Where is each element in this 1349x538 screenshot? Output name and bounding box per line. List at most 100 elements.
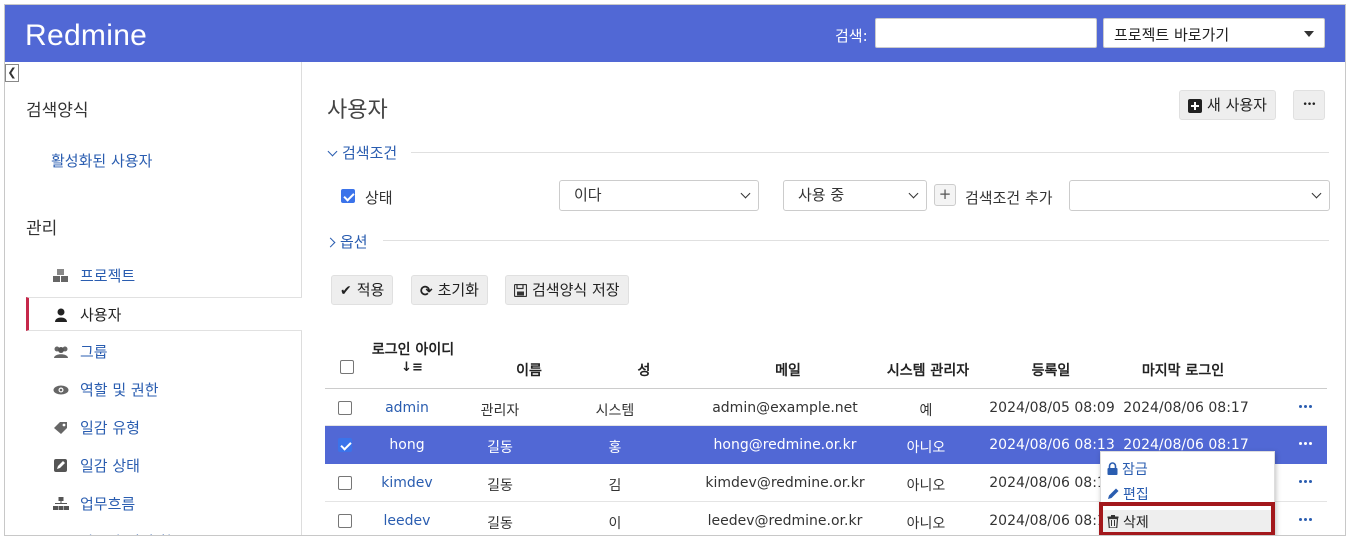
chevron-down-icon [1311,188,1322,199]
sidebar-query-active-users[interactable]: 활성화된 사용자 [51,150,152,171]
chevron-down-icon [908,188,919,199]
row-actions-icon[interactable] [1299,518,1313,522]
new-user-button[interactable]: 새 사용자 [1179,90,1276,120]
more-icon: ••• [1302,100,1317,110]
context-menu-label: 잠금 [1122,462,1148,478]
sidebar-item-label: 사용자 [80,306,122,324]
new-user-label: 새 사용자 [1207,96,1267,114]
user-login-link[interactable]: admin [367,400,447,416]
sidebar-item-projects[interactable]: 프로젝트 [26,259,302,293]
row-actions-icon[interactable] [1299,405,1313,409]
user-login-link[interactable]: kimdev [367,475,447,491]
sidebar-item-trackers[interactable]: 일감 유형 [26,411,302,445]
collapse-sidebar-icon[interactable]: ❮ [5,64,19,82]
app-title[interactable]: Redmine [25,19,147,53]
user-created: 2024/08/06 08:13 [989,437,1115,453]
sort-desc-icon[interactable]: ↓≡ [400,360,424,375]
row-checkbox[interactable] [338,438,352,452]
filters-title: 검색조건 [342,144,398,162]
sidebar: ❮ 검색양식 활성화된 사용자 관리 프로젝트 사용자 그룹 역할 및 권한 일… [5,62,302,535]
chevron-down-icon [327,146,338,157]
user-admin: 아니오 [906,440,946,456]
filters-divider [411,152,1329,153]
add-filter-label: 검색조건 추가 [965,189,1053,207]
workflow-icon [53,497,69,510]
filter-status-label: 상태 [365,189,393,207]
column-header-lastname[interactable]: 성 [608,360,680,380]
page-title: 사용자 [327,98,388,123]
user-firstname: 길동 [487,440,513,456]
row-checkbox[interactable] [338,476,352,490]
column-header-firstname[interactable]: 이름 [493,360,565,380]
user-login-link[interactable]: hong [367,437,447,453]
filter-operator-select[interactable]: 이다 [559,180,759,211]
add-filter-select[interactable] [1069,180,1330,211]
sidebar-item-issue-statuses[interactable]: 일감 상태 [26,449,302,483]
column-header-admin[interactable]: 시스템 관리자 [873,360,983,380]
refresh-icon: ⟳ [420,281,433,300]
group-icon [54,346,68,358]
user-last-login: 2024/08/06 08:17 [1123,400,1249,416]
more-actions-button[interactable]: ••• [1293,90,1325,120]
user-mail-link[interactable]: leedev@redmine.or.kr [695,513,875,529]
highlight-box [1099,502,1275,535]
user-mail-link[interactable]: hong@redmine.or.kr [695,437,875,453]
row-checkbox[interactable] [338,514,352,528]
user-created: 2024/08/05 08:09 [989,400,1115,416]
sidebar-item-workflows[interactable]: 업무흐름 [26,487,302,521]
user-mail-link[interactable]: admin@example.net [695,400,875,416]
column-header-mail[interactable]: 메일 [723,360,853,380]
sidebar-item-roles[interactable]: 역할 및 권한 [26,373,302,407]
row-actions-icon[interactable] [1299,480,1313,484]
filter-status-checkbox[interactable] [341,189,355,203]
options-toggle[interactable]: 옵션 [325,231,368,252]
search-input[interactable] [875,18,1097,48]
project-jump-select[interactable]: 프로젝트 바로가기 [1103,18,1325,48]
edit-square-icon [54,459,67,472]
options-divider [383,240,1329,241]
column-header-created[interactable]: 등록일 [991,360,1111,380]
column-header-last-login[interactable]: 마지막 로그인 [1123,360,1243,380]
chevron-down-icon [740,188,751,199]
user-lastname: 홍 [608,440,622,456]
user-admin: 아니오 [906,516,946,532]
user-firstname: 관리자 [480,403,520,419]
save-query-button[interactable]: 검색양식 저장 [505,275,629,305]
table-row[interactable]: admin 관리자 시스템 admin@example.net 예 2024/0… [325,388,1327,426]
sidebar-item-label: 역할 및 권한 [80,381,159,399]
user-mail-link[interactable]: kimdev@redmine.or.kr [695,475,875,491]
filter-operator-value: 이다 [574,186,602,204]
context-menu-edit[interactable]: 편집 [1107,484,1149,504]
select-all-checkbox[interactable] [340,360,354,374]
main-content: 사용자 새 사용자 ••• 검색조건 상태 이다 사용 중 + 검색조건 추가 … [303,62,1345,535]
app-window: Redmine 검색: 프로젝트 바로가기 ❮ 검색양식 활성화된 사용자 관리… [4,4,1346,536]
filters-toggle[interactable]: 검색조건 [327,142,397,163]
context-menu-lock[interactable]: 잠금 [1107,459,1148,479]
plus-square-icon [1188,98,1202,113]
user-login-link[interactable]: leedev [367,513,447,529]
reset-button[interactable]: ⟳ 초기화 [411,275,488,305]
reset-label: 초기화 [437,281,479,299]
pencil-icon [1108,488,1119,499]
chevron-right-icon [325,237,336,248]
sidebar-item-users[interactable]: 사용자 [26,297,302,331]
tag-icon [54,422,67,434]
user-lastname: 이 [608,516,622,532]
sidebar-item-label: 그룹 [80,343,108,361]
user-lastname: 김 [608,478,622,494]
sidebar-item-groups[interactable]: 그룹 [26,335,302,369]
column-header-login[interactable]: 로그인 아이디 [363,339,463,359]
sidebar-item-custom-fields[interactable]: 사용자 정의 항목 [26,525,302,535]
apply-label: 적용 [356,281,385,299]
filter-value-select[interactable]: 사용 중 [783,180,927,211]
user-icon [55,308,67,322]
save-query-label: 검색양식 저장 [532,281,620,299]
user-admin: 아니오 [906,478,946,494]
top-header: Redmine 검색: 프로젝트 바로가기 [5,5,1345,62]
add-filter-plus-button[interactable]: + [934,184,956,206]
user-firstname: 길동 [487,478,513,494]
user-admin: 예 [919,403,933,419]
apply-button[interactable]: ✔ 적용 [331,275,394,305]
row-actions-icon[interactable] [1299,442,1313,446]
row-checkbox[interactable] [338,401,352,415]
